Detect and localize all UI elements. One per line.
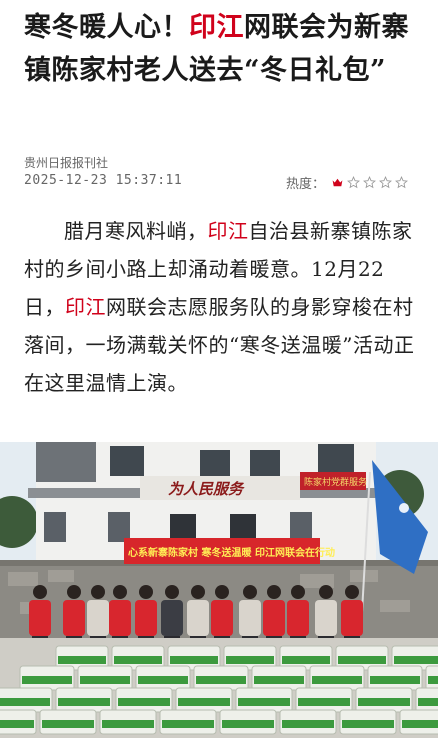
crown-icon — [332, 178, 343, 187]
rice-bag — [135, 665, 191, 691]
building-sign: 为人民服务 — [168, 480, 245, 498]
rice-bag — [425, 665, 438, 691]
heat-stars — [331, 176, 408, 189]
rice-bag — [115, 687, 173, 713]
rice-bag — [0, 687, 53, 713]
article-title: 寒冬暖人心！印江网联会为新寨镇陈家村老人送去“冬日礼包” — [24, 6, 420, 92]
rice-bag — [99, 709, 157, 735]
rice-bag — [39, 709, 97, 735]
rice-bag — [251, 665, 307, 691]
rice-bag — [295, 687, 353, 713]
rice-bag — [175, 687, 233, 713]
star-outline-icon — [363, 176, 376, 189]
rice-bag — [77, 665, 133, 691]
rice-bag — [235, 687, 293, 713]
article-body: 腊月寒风料峭，印江自治县新寨镇陈家村的乡间小路上却涌动着暖意。12月22日，印江… — [24, 212, 416, 402]
rice-bag — [55, 687, 113, 713]
rice-bag — [0, 709, 37, 735]
article-photo[interactable]: 为人民服务 陈家村党群服务 心系新寨陈家村 寒冬送温暖 印江网联会在行动 — [0, 442, 438, 738]
banner-text: 心系新寨陈家村 寒冬送温暖 印江网联会在行动 — [128, 546, 335, 559]
rice-bag — [309, 665, 365, 691]
rice-bag — [339, 709, 397, 735]
rice-bag — [193, 665, 249, 691]
article-source: 贵州日报报刊社 — [24, 156, 109, 170]
heat-label: 热度： — [286, 177, 326, 192]
rice-bag — [279, 709, 337, 735]
rice-bag — [19, 665, 75, 691]
body-text: 腊月寒风料峭， — [64, 219, 208, 243]
rice-bag — [399, 709, 438, 735]
rice-bag — [415, 687, 438, 713]
party-sign: 陈家村党群服务 — [304, 476, 367, 488]
article-timestamp: 2025-12-23 15:37:11 — [24, 173, 183, 188]
rice-bag — [159, 709, 217, 735]
title-text: 寒冬暖人心！ — [24, 12, 189, 43]
rice-bag — [367, 665, 423, 691]
title-keyword-highlight[interactable]: 印江 — [189, 12, 244, 43]
star-outline-icon — [347, 176, 360, 189]
rice-bag — [219, 709, 277, 735]
star-outline-icon — [395, 176, 408, 189]
rice-bag — [355, 687, 413, 713]
body-keyword-highlight[interactable]: 印江 — [208, 219, 249, 243]
heat-rating: 热度： — [286, 173, 408, 192]
body-keyword-highlight[interactable]: 印江 — [65, 295, 106, 319]
star-outline-icon — [379, 176, 392, 189]
